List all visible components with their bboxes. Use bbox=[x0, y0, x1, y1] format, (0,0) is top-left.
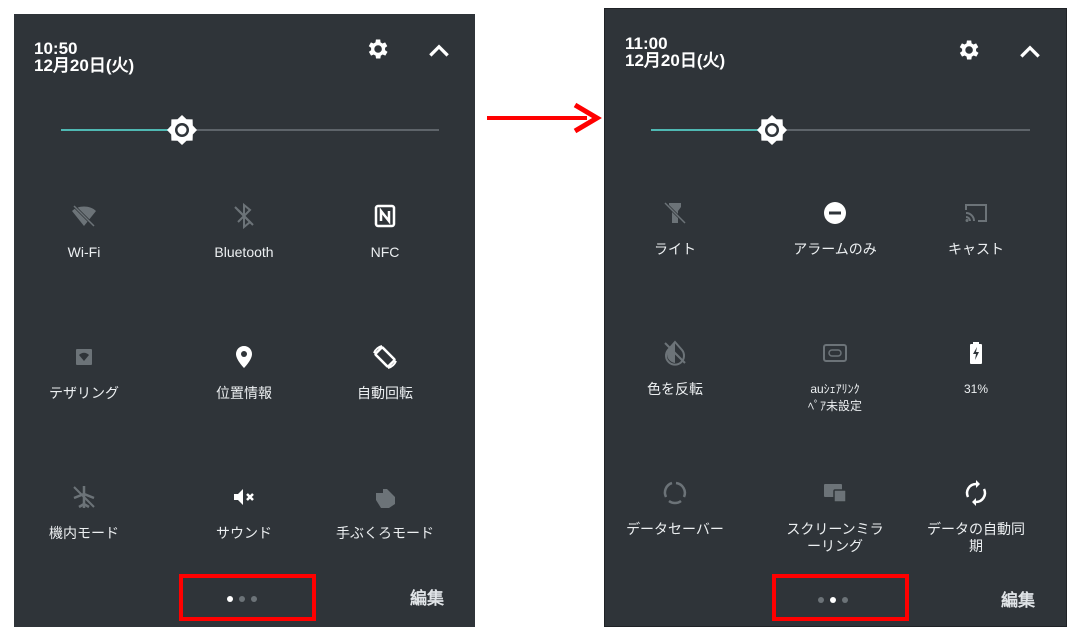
au-share-link-icon bbox=[823, 344, 847, 362]
chevron-up-icon[interactable] bbox=[426, 39, 452, 61]
brightness-slider[interactable] bbox=[651, 115, 1030, 145]
quick-tile-label: データの自動同 期 bbox=[927, 521, 1025, 554]
nfc-icon bbox=[374, 204, 396, 228]
quick-tile[interactable]: サウンド bbox=[174, 483, 314, 542]
gear-icon[interactable] bbox=[955, 37, 981, 63]
quick-tile-label: 位置情報 bbox=[216, 385, 272, 401]
gear-icon[interactable] bbox=[364, 36, 390, 62]
battery-icon bbox=[970, 342, 982, 364]
quick-tile-label: 31% bbox=[963, 382, 989, 396]
brightness-icon[interactable] bbox=[756, 114, 788, 146]
tethering-icon bbox=[76, 349, 92, 365]
quick-tile[interactable]: キャスト bbox=[906, 199, 1046, 258]
quick-tile-label: 自動回転 bbox=[357, 385, 413, 401]
edit-button[interactable]: 編集 bbox=[1001, 586, 1035, 611]
quick-settings-panel-left: 10:50 12月20日(火) Wi-Fi Bluetooth NFC テザリング 位置… bbox=[14, 14, 475, 627]
quick-tile[interactable]: auｼｪｱﾘﾝｸ ﾍﾟｱ未設定 bbox=[765, 339, 905, 415]
highlight-box bbox=[772, 574, 909, 621]
invert-colors-icon bbox=[664, 340, 686, 366]
quick-tile[interactable]: 自動回転 bbox=[315, 343, 455, 402]
slider-fill bbox=[651, 129, 773, 131]
transition-arrow-icon bbox=[487, 102, 602, 134]
edit-button[interactable]: 編集 bbox=[410, 584, 444, 609]
location-icon bbox=[236, 346, 252, 368]
brightness-slider[interactable] bbox=[61, 115, 439, 145]
quick-tile-label: アラームのみ bbox=[793, 241, 877, 257]
quick-tile[interactable]: 色を反転 bbox=[605, 339, 745, 398]
quick-tile-label: ライト bbox=[654, 241, 696, 257]
do-not-disturb-icon bbox=[824, 202, 846, 224]
quick-tile-label: 機内モード bbox=[49, 525, 119, 541]
date-label: 12月20日(火) bbox=[34, 56, 135, 75]
quick-tile-label: NFC bbox=[370, 244, 400, 260]
screen-mirroring-icon bbox=[824, 484, 847, 503]
flashlight-icon bbox=[663, 201, 687, 225]
quick-tile-label: 手ぶくろモード bbox=[336, 525, 434, 541]
quick-tile[interactable]: 31% bbox=[906, 339, 1046, 398]
quick-tile[interactable]: 手ぶくろモード bbox=[315, 483, 455, 542]
cast-icon bbox=[965, 204, 987, 222]
auto-sync-icon bbox=[965, 480, 987, 506]
status-header: 10:50 12月20日(火) bbox=[34, 40, 134, 74]
quick-tile[interactable]: データの自動同 期 bbox=[906, 479, 1046, 555]
clock-time: 10:50 bbox=[34, 39, 78, 58]
quick-tile-label: 色を反転 bbox=[647, 381, 703, 397]
date-label: 12月20日(火) bbox=[625, 51, 726, 70]
quick-tile[interactable]: 位置情報 bbox=[174, 343, 314, 402]
status-header: 11:00 12月20日(火) bbox=[625, 35, 725, 69]
brightness-icon[interactable] bbox=[166, 114, 198, 146]
clock-time: 11:00 bbox=[625, 34, 668, 53]
quick-tile-label: Wi-Fi bbox=[67, 244, 101, 260]
quick-tile[interactable]: アラームのみ bbox=[765, 199, 905, 258]
airplane-mode-icon bbox=[73, 486, 95, 509]
quick-tile[interactable]: Wi-Fi bbox=[14, 202, 154, 261]
quick-tile-label: テザリング bbox=[49, 385, 119, 401]
quick-tile[interactable]: NFC bbox=[315, 202, 455, 261]
highlight-box bbox=[179, 574, 316, 621]
wifi-off-icon bbox=[72, 204, 96, 228]
slider-fill bbox=[61, 129, 182, 131]
quick-tile[interactable]: データセーバー bbox=[605, 479, 745, 538]
quick-tile[interactable]: テザリング bbox=[14, 343, 154, 402]
sound-mute-icon bbox=[234, 489, 254, 505]
chevron-up-icon[interactable] bbox=[1017, 40, 1043, 62]
quick-tile[interactable]: 機内モード bbox=[14, 483, 154, 542]
quick-tile-label: スクリーンミラ ーリング bbox=[786, 521, 884, 554]
quick-tile-label: サウンド bbox=[216, 525, 272, 541]
quick-tile-label: auｼｪｱﾘﾝｸ ﾍﾟｱ未設定 bbox=[807, 382, 862, 413]
quick-settings-panel-right: 11:00 12月20日(火) ライト アラームのみ キャスト色を反転 auｼｪｱﾘﾝ… bbox=[604, 8, 1067, 627]
auto-rotate-icon bbox=[373, 345, 397, 369]
quick-tile-label: Bluetooth bbox=[214, 244, 274, 260]
quick-tile-label: キャスト bbox=[948, 241, 1004, 257]
data-saver-icon bbox=[663, 481, 687, 505]
quick-tile[interactable]: Bluetooth bbox=[174, 202, 314, 261]
quick-tile[interactable]: スクリーンミラ ーリング bbox=[765, 479, 905, 555]
bluetooth-off-icon bbox=[234, 202, 254, 230]
quick-tile-label: データセーバー bbox=[626, 521, 724, 537]
glove-mode-icon bbox=[376, 489, 395, 508]
quick-tile[interactable]: ライト bbox=[605, 199, 745, 258]
